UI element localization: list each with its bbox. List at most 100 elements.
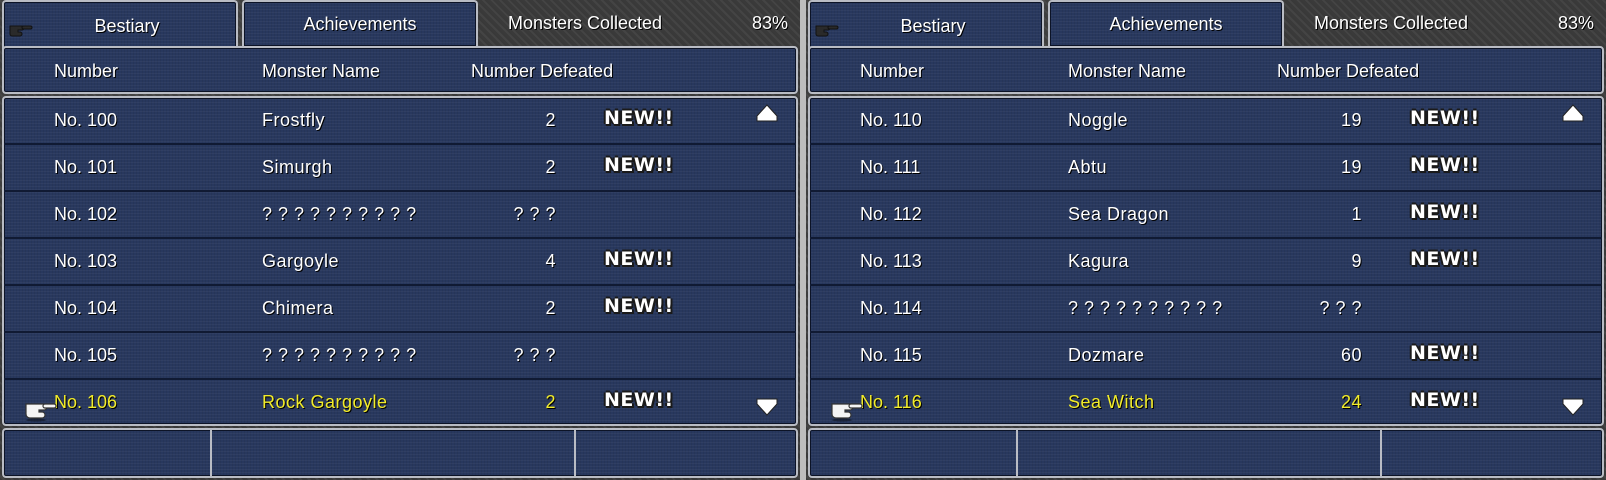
monster-defeated: ? ? ? (1319, 298, 1362, 318)
footer-bar (808, 428, 1604, 478)
pointing-hand-icon (9, 25, 33, 37)
header-monster-name: Monster Name (262, 61, 381, 81)
header-number-defeated: Number Defeated (1277, 61, 1420, 81)
monster-number: No. 115 (860, 345, 922, 365)
monster-row[interactable]: No. 105 ? ? ? ? ? ? ? ? ? ? ? ? ? (4, 333, 796, 380)
monster-row[interactable]: No. 112 Sea Dragon 1 NEW!! (810, 192, 1602, 239)
footer-cell (1382, 430, 1602, 476)
monster-name: Sea Witch (1068, 392, 1155, 412)
monster-row[interactable]: No. 100 Frostfly 2 NEW!! (4, 98, 796, 145)
monster-row[interactable]: No. 113 Kagura 9 NEW!! (810, 239, 1602, 286)
monster-row[interactable]: No. 114 ? ? ? ? ? ? ? ? ? ? ? ? ? (810, 286, 1602, 333)
monster-number: No. 111 (860, 157, 921, 177)
monster-number: No. 110 (860, 110, 922, 130)
triangle-up-icon[interactable] (756, 104, 778, 122)
monster-defeated: 2 (545, 392, 556, 412)
list-header: Number Monster Name Number Defeated (2, 46, 798, 94)
new-badge: NEW!! (604, 107, 674, 129)
monster-list: No. 110 Noggle 19 NEW!! No. 111 Abtu 19 … (808, 96, 1604, 426)
monster-defeated: 2 (545, 157, 556, 177)
monster-name: Noggle (1068, 110, 1129, 130)
bestiary-screen-right: Bestiary Achievements Monsters Collected… (806, 0, 1606, 480)
monster-number: No. 116 (860, 392, 922, 412)
monster-row[interactable]: No. 115 Dozmare 60 NEW!! (810, 333, 1602, 380)
pointing-hand-cursor-icon (25, 403, 57, 422)
monster-defeated: 2 (545, 110, 556, 130)
monsters-collected-percent: 83% (751, 12, 788, 33)
monster-row-selected[interactable]: No. 106 Rock Gargoyle 2 NEW!! (4, 380, 796, 424)
header-monster-name: Monster Name (1068, 61, 1187, 81)
monster-name: ? ? ? ? ? ? ? ? ? ? (262, 345, 417, 365)
header-number-defeated: Number Defeated (471, 61, 614, 81)
tab-bestiary[interactable]: Bestiary (2, 0, 238, 50)
monster-number: No. 106 (54, 392, 118, 412)
monster-number: No. 112 (860, 204, 922, 224)
monster-row[interactable]: No. 110 Noggle 19 NEW!! (810, 98, 1602, 145)
header-number: Number (54, 61, 119, 81)
monster-name: Rock Gargoyle (262, 392, 388, 412)
monster-number: No. 100 (54, 110, 118, 130)
monster-row[interactable]: No. 101 Simurgh 2 NEW!! (4, 145, 796, 192)
monster-number: No. 113 (860, 251, 922, 271)
monster-number: No. 102 (54, 204, 118, 224)
new-badge: NEW!! (1410, 154, 1480, 176)
monster-row[interactable]: No. 104 Chimera 2 NEW!! (4, 286, 796, 333)
new-badge: NEW!! (1410, 248, 1480, 270)
monster-name: Dozmare (1068, 345, 1145, 365)
new-badge: NEW!! (1410, 107, 1480, 129)
monster-defeated: 1 (1351, 204, 1362, 224)
monsters-collected-label: Monsters Collected (1314, 12, 1469, 33)
monster-list: No. 100 Frostfly 2 NEW!! No. 101 Simurgh… (2, 96, 798, 426)
footer-cell (1018, 430, 1382, 476)
monster-row[interactable]: No. 111 Abtu 19 NEW!! (810, 145, 1602, 192)
pointing-hand-cursor-icon (831, 403, 863, 422)
monster-row[interactable]: No. 103 Gargoyle 4 NEW!! (4, 239, 796, 286)
bestiary-screen-left: Bestiary Achievements Monsters Collected… (0, 0, 800, 480)
monster-number: No. 101 (54, 157, 118, 177)
monster-defeated: 24 (1340, 392, 1362, 412)
monster-number: No. 103 (54, 251, 118, 271)
tab-achievements[interactable]: Achievements (242, 0, 478, 46)
header-number: Number (860, 61, 925, 81)
monster-name: Simurgh (262, 157, 333, 177)
new-badge: NEW!! (1410, 389, 1480, 411)
monster-row[interactable]: No. 102 ? ? ? ? ? ? ? ? ? ? ? ? ? (4, 192, 796, 239)
new-badge: NEW!! (1410, 201, 1480, 223)
footer-cell (212, 430, 576, 476)
new-badge: NEW!! (604, 389, 674, 411)
monster-defeated: ? ? ? (513, 345, 556, 365)
new-badge: NEW!! (1410, 342, 1480, 364)
monsters-collected: Monsters Collected 83% (480, 0, 796, 46)
monster-row-selected[interactable]: No. 116 Sea Witch 24 NEW!! (810, 380, 1602, 424)
monster-defeated: 19 (1340, 157, 1362, 177)
monster-defeated: ? ? ? (513, 204, 556, 224)
monster-name: Abtu (1068, 157, 1108, 177)
new-badge: NEW!! (604, 248, 674, 270)
monster-number: No. 104 (54, 298, 118, 318)
monster-number: No. 105 (54, 345, 118, 365)
footer-bar (2, 428, 798, 478)
footer-cell (576, 430, 796, 476)
monster-defeated: 19 (1340, 110, 1362, 130)
monster-defeated: 2 (545, 298, 556, 318)
monster-name: ? ? ? ? ? ? ? ? ? ? (262, 204, 417, 224)
triangle-up-icon[interactable] (1562, 104, 1584, 122)
monster-name: Sea Dragon (1068, 204, 1170, 224)
tab-achievements[interactable]: Achievements (1048, 0, 1284, 46)
footer-cell (810, 430, 1018, 476)
monster-defeated: 9 (1351, 251, 1362, 271)
new-badge: NEW!! (604, 154, 674, 176)
monsters-collected-percent: 83% (1557, 12, 1594, 33)
triangle-down-icon[interactable] (1562, 398, 1584, 416)
monster-name: Chimera (262, 298, 334, 318)
tab-bestiary[interactable]: Bestiary (808, 0, 1044, 50)
triangle-down-icon[interactable] (756, 398, 778, 416)
list-header: Number Monster Name Number Defeated (808, 46, 1604, 94)
tab-achievements-label: Achievements (1109, 13, 1223, 34)
monster-defeated: 4 (545, 251, 556, 271)
monster-name: Gargoyle (262, 251, 340, 271)
footer-cell (4, 430, 212, 476)
monsters-collected-label: Monsters Collected (508, 12, 663, 33)
monster-name: Frostfly (262, 110, 326, 130)
tab-achievements-label: Achievements (303, 13, 417, 34)
